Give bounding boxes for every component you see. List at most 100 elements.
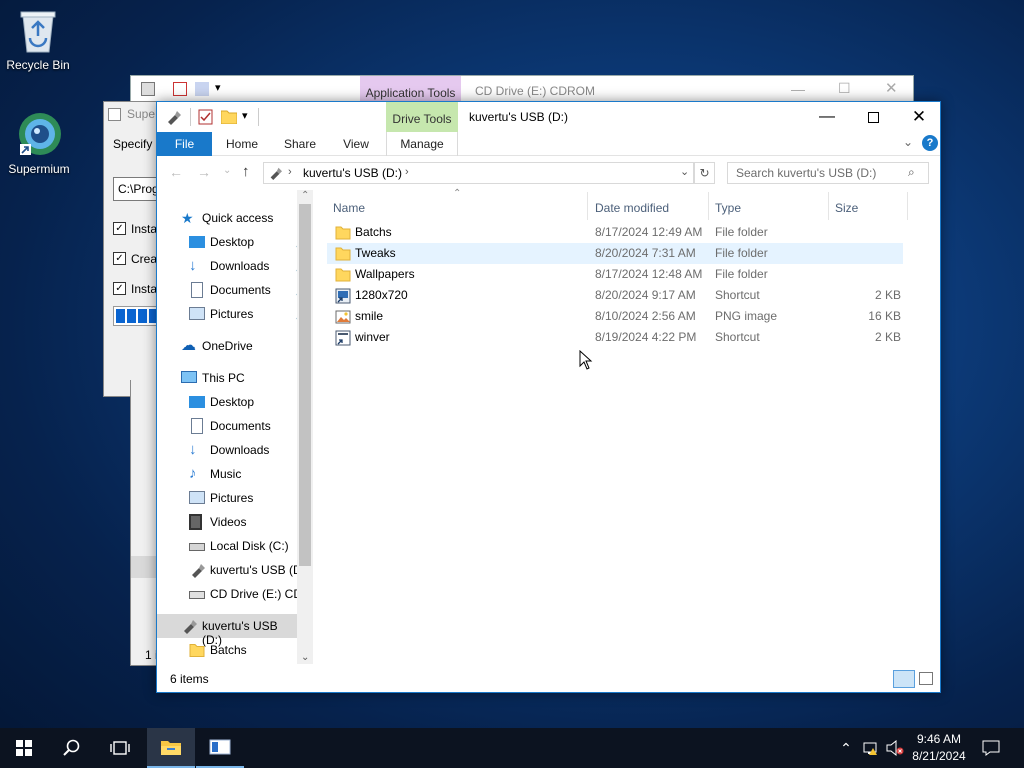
scroll-up-icon[interactable]: ⌃ (301, 190, 309, 201)
chevron-down-icon[interactable]: ⌄ (903, 135, 913, 149)
start-button[interactable] (0, 728, 48, 768)
checkbox-icon[interactable]: ✓ (113, 222, 126, 235)
scrollbar-thumb[interactable] (299, 204, 311, 566)
folder-icon (335, 226, 351, 240)
column-header-size[interactable]: Size (835, 198, 858, 218)
document-icon (191, 282, 203, 298)
tab-manage[interactable]: Manage (386, 132, 458, 156)
maximize-icon[interactable]: ☐ (838, 80, 851, 97)
film-icon (189, 514, 202, 530)
folder-icon (335, 247, 351, 261)
table-row[interactable]: Batchs 8/17/2024 12:49 AM File folder (327, 222, 903, 243)
maximize-button[interactable] (850, 102, 896, 132)
context-tab-drive-tools[interactable]: Drive Tools (386, 102, 458, 132)
breadcrumb-separator-icon[interactable]: › (288, 166, 292, 178)
scroll-down-icon[interactable]: ⌄ (301, 652, 309, 663)
task-view-button[interactable] (96, 728, 144, 768)
file-explorer-window[interactable]: ▾ Drive Tools kuvertu's USB (D:) — ✕ Fil… (156, 101, 941, 693)
search-box[interactable]: Search kuvertu's USB (D:) ⌕ (727, 162, 929, 184)
search-input[interactable]: Search kuvertu's USB (D:) (736, 166, 876, 180)
taskbar-file-explorer[interactable] (147, 728, 195, 768)
large-icons-view-icon[interactable] (919, 672, 933, 685)
table-row[interactable]: Tweaks 8/20/2024 7:31 AM File folder (327, 243, 903, 264)
properties-icon (173, 82, 187, 96)
search-icon (63, 739, 80, 756)
help-icon[interactable]: ? (922, 135, 938, 151)
background-window-installer[interactable]: Supe Specify C:\Prog ✓ Insta ✓ Crea ✓ In… (103, 101, 165, 397)
nav-usb-drive-selected[interactable]: kuvertu's USB (D:) (157, 614, 297, 647)
file-date: 8/20/2024 7:31 AM (595, 246, 696, 260)
window-title: kuvertu's USB (D:) (469, 110, 568, 124)
ribbon-tabs: File Home Share View Manage ⌄ ? (157, 132, 940, 156)
file-date: 8/20/2024 9:17 AM (595, 288, 696, 302)
shortcut-icon (335, 288, 351, 304)
customize-toolbar-icon[interactable]: ▾ (242, 109, 248, 122)
file-type: File folder (715, 267, 768, 281)
address-dropdown-icon[interactable]: ⌄ (680, 165, 689, 178)
search-icon[interactable]: ⌕ (908, 165, 915, 180)
navigation-pane[interactable]: ★ Quick access Desktop📌 ↓ Downloads📌 Doc… (157, 190, 313, 664)
title-bar[interactable]: ▾ Drive Tools kuvertu's USB (D:) — ✕ (157, 102, 940, 132)
properties-icon[interactable] (198, 109, 213, 125)
new-folder-icon[interactable] (221, 109, 237, 124)
usb-drive-icon (168, 111, 181, 125)
file-list[interactable]: ⌃ Name Date modified Type Size Batchs 8/… (327, 188, 937, 664)
address-bar[interactable]: › kuvertu's USB (D:) › ⌄ (263, 162, 694, 184)
column-header-name[interactable]: Name (333, 198, 365, 218)
table-row[interactable]: winver 8/19/2024 4:22 PM Shortcut 2 KB (327, 327, 903, 348)
show-hidden-icons-button[interactable]: ⌃ (836, 728, 856, 768)
search-button[interactable] (48, 728, 96, 768)
file-name: 1280x720 (355, 288, 408, 302)
star-icon: ★ (181, 210, 194, 226)
desktop-icon-supermium[interactable]: Supermium (1, 110, 77, 176)
tab-home[interactable]: Home (217, 132, 267, 156)
column-header-type[interactable]: Type (715, 198, 741, 218)
minimize-icon[interactable]: — (791, 81, 805, 97)
column-header-date[interactable]: Date modified (595, 198, 669, 218)
table-row[interactable]: Wallpapers 8/17/2024 12:48 AM File folde… (327, 264, 903, 285)
usb-drive-icon (184, 620, 197, 634)
back-arrow-icon[interactable]: ← (169, 164, 183, 180)
installer-app-icon (209, 739, 231, 755)
action-center-button[interactable] (976, 728, 1006, 768)
taskbar: ⌃ 9:46 AM 8/21/2024 (0, 728, 1024, 768)
up-arrow-icon[interactable]: ↑ (242, 163, 250, 180)
window-title: Supe (127, 107, 156, 121)
download-arrow-icon: ↓ (189, 257, 197, 274)
nav-scrollbar[interactable]: ⌃ ⌄ (297, 190, 313, 664)
checkbox-icon[interactable]: ✓ (113, 252, 126, 265)
tray-volume[interactable] (884, 728, 906, 768)
file-type: PNG image (715, 309, 778, 323)
refresh-button[interactable]: ↻ (694, 162, 715, 184)
forward-arrow-icon[interactable]: → (197, 164, 211, 180)
desktop-icon (189, 396, 205, 408)
minimize-button[interactable]: — (804, 102, 850, 132)
desktop-icon (189, 236, 205, 248)
clock-date: 8/21/2024 (912, 749, 966, 763)
taskbar-installer-app[interactable] (196, 728, 244, 768)
file-type: Shortcut (715, 288, 760, 302)
breadcrumb-usb-drive[interactable]: kuvertu's USB (D:) (303, 166, 402, 180)
file-type: File folder (715, 225, 768, 239)
recent-locations-icon[interactable]: ⌄ (223, 165, 231, 176)
background-window-installer-lower: 1 i (130, 380, 159, 666)
supermium-browser-icon (19, 113, 61, 155)
taskbar-clock[interactable]: 9:46 AM 8/21/2024 (906, 731, 972, 765)
tab-share[interactable]: Share (275, 132, 325, 156)
minimize-icon: — (819, 108, 835, 125)
close-button[interactable]: ✕ (896, 102, 942, 132)
customize-toolbar-icon[interactable]: ▾ (215, 81, 221, 94)
checkbox-icon[interactable]: ✓ (113, 282, 126, 295)
table-row[interactable]: smile 8/10/2024 2:56 AM PNG image 16 KB (327, 306, 903, 327)
desktop-icon-recycle-bin[interactable]: Recycle Bin (0, 8, 76, 72)
details-view-icon[interactable] (893, 670, 915, 688)
table-row[interactable]: 1280x720 8/20/2024 9:17 AM Shortcut 2 KB (327, 285, 903, 306)
close-icon[interactable]: ✕ (885, 79, 898, 97)
tab-file[interactable]: File (157, 132, 212, 156)
breadcrumb-separator-icon[interactable]: › (405, 166, 409, 178)
tab-view[interactable]: View (331, 132, 381, 156)
tray-network[interactable] (860, 728, 882, 768)
address-row: ← → ⌄ ↑ › kuvertu's USB (D:) › ⌄ ↻ Searc… (157, 160, 940, 186)
clock-time: 9:46 AM (916, 732, 962, 746)
desktop-icon-label: Supermium (8, 162, 70, 176)
